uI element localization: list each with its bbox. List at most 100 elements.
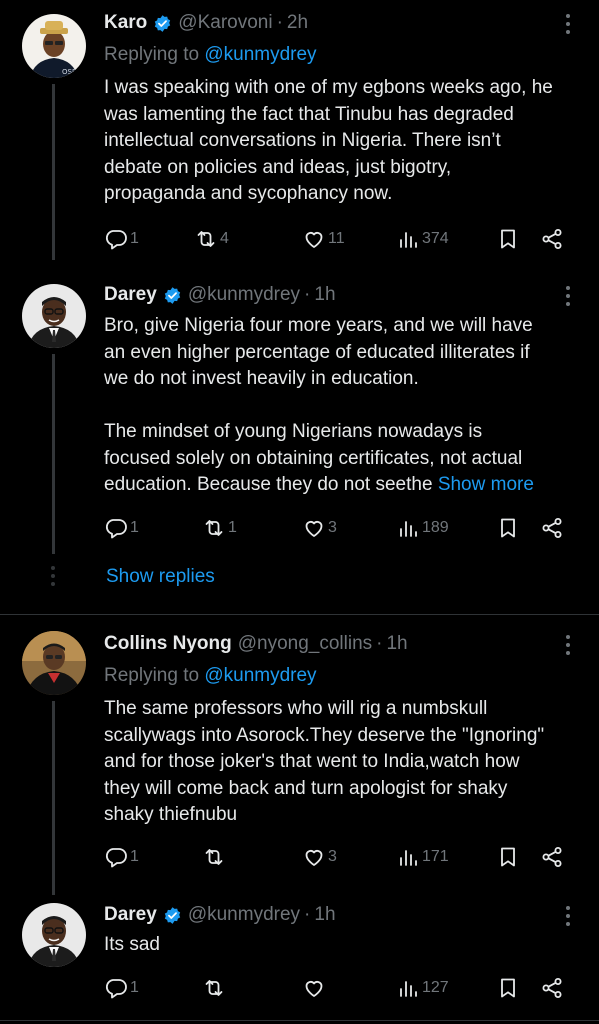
tweet-collins-nyong[interactable]: Collins Nyong @nyong_collins · 1h Replyi… <box>0 615 599 895</box>
verified-badge-icon <box>164 286 181 304</box>
display-name[interactable]: Darey <box>104 284 157 306</box>
tweet-header: Darey @kunmydrey · 1h <box>104 280 336 310</box>
timestamp[interactable]: 2h <box>287 12 308 34</box>
view-count: 171 <box>422 848 449 865</box>
more-options-icon[interactable] <box>565 635 571 657</box>
tweet-karo[interactable]: OSE Karo @Karovoni · 2h Replying to @kun… <box>0 0 599 260</box>
reply-icon <box>105 230 127 250</box>
views-button[interactable]: 171 <box>396 842 449 872</box>
bookmark-button[interactable] <box>496 973 520 1003</box>
show-replies-link[interactable]: Show replies <box>106 566 215 588</box>
share-icon <box>542 847 562 867</box>
repost-button[interactable]: 1 <box>202 513 237 543</box>
tweet-actions: 1 4 11 374 <box>104 224 574 254</box>
avatar-darey[interactable] <box>22 284 86 348</box>
more-options-icon[interactable] <box>565 906 571 928</box>
tweet-header: Collins Nyong @nyong_collins · 1h <box>104 629 408 659</box>
svg-text:OSE: OSE <box>62 68 76 76</box>
tweet-text-line: debate on policies and ideas, just bigot… <box>104 156 452 178</box>
reply-button[interactable]: 1 <box>104 224 139 254</box>
tweet-header: Karo @Karovoni · 2h <box>104 8 308 38</box>
like-button[interactable] <box>302 973 328 1003</box>
repost-icon <box>205 849 223 865</box>
reply-count: 1 <box>130 979 139 996</box>
repost-button[interactable] <box>202 973 228 1003</box>
replying-to-handle[interactable]: @kunmydrey <box>204 44 316 65</box>
bookmark-button[interactable] <box>496 513 520 543</box>
like-count: 3 <box>328 848 337 865</box>
timestamp[interactable]: 1h <box>386 633 407 655</box>
reply-button[interactable]: 1 <box>104 513 139 543</box>
separator-dot: · <box>376 633 383 654</box>
tweet-actions: 1 127 <box>104 973 574 1003</box>
tweet-text-line: scallywags into Asorock.They deserve the… <box>104 724 545 746</box>
bookmark-icon <box>501 978 515 998</box>
timestamp[interactable]: 1h <box>314 284 335 306</box>
share-button[interactable] <box>540 842 564 872</box>
share-button[interactable] <box>540 513 564 543</box>
repost-button[interactable]: 4 <box>194 224 229 254</box>
tweet-text-line: shaky thiefnubu <box>104 804 238 825</box>
tweet-text-line: an even higher percentage of educated il… <box>104 341 530 363</box>
separator-dot: · <box>304 284 311 305</box>
views-button[interactable]: 189 <box>396 513 449 543</box>
replying-to: Replying to @kunmydrey <box>104 44 317 66</box>
avatar-collins-nyong[interactable] <box>22 631 86 695</box>
replying-to-handle[interactable]: @kunmydrey <box>204 665 316 686</box>
reply-button[interactable]: 1 <box>104 973 139 1003</box>
tweet-text-line: education. Because they do not seethe <box>104 474 433 495</box>
share-button[interactable] <box>540 973 564 1003</box>
bookmark-button[interactable] <box>496 842 520 872</box>
like-count: 3 <box>328 519 337 536</box>
tweet-text: Its sad <box>104 932 584 959</box>
user-handle[interactable]: @kunmydrey <box>188 904 300 926</box>
separator-dot: · <box>276 12 283 33</box>
tweet-text-line: The mindset of young Nigerians nowadays … <box>104 421 483 442</box>
like-button[interactable]: 11 <box>302 224 345 254</box>
views-icon <box>400 850 417 866</box>
share-button[interactable] <box>540 224 564 254</box>
views-button[interactable]: 374 <box>396 224 449 254</box>
view-count: 189 <box>422 519 449 536</box>
views-button[interactable]: 127 <box>396 973 449 1003</box>
more-options-icon[interactable] <box>565 286 571 308</box>
more-options-icon[interactable] <box>565 14 571 36</box>
bookmark-icon <box>501 229 515 249</box>
like-button[interactable]: 3 <box>302 513 337 543</box>
tweet-text-line: and for those joker's that went to India… <box>104 751 520 772</box>
timestamp[interactable]: 1h <box>314 904 335 926</box>
share-icon <box>542 978 562 998</box>
bookmark-button[interactable] <box>496 224 520 254</box>
thread-line <box>52 354 55 554</box>
replying-to-label: Replying to <box>104 44 200 65</box>
show-more-link[interactable]: Show more <box>438 474 534 495</box>
tweet-text-line: propaganda and sycophancy now. <box>104 183 393 204</box>
heart-icon <box>305 850 323 866</box>
tweet-text: Bro, give Nigeria four more years, and w… <box>104 313 584 499</box>
tweet-text-line: was lamenting the fact that Tinubu has d… <box>104 103 514 125</box>
paragraph-break <box>104 393 584 420</box>
views-icon <box>400 232 417 248</box>
repost-button[interactable] <box>202 842 228 872</box>
tweet-actions: 1 3 171 <box>104 842 574 872</box>
user-handle[interactable]: @kunmydrey <box>188 284 300 306</box>
display-name[interactable]: Karo <box>104 12 147 34</box>
like-button[interactable]: 3 <box>302 842 337 872</box>
display-name[interactable]: Darey <box>104 904 157 926</box>
user-handle[interactable]: @Karovoni <box>178 12 272 34</box>
user-handle[interactable]: @nyong_collins <box>238 633 372 655</box>
tweet-darey[interactable]: Darey @kunmydrey · 1h Bro, give Nigeria … <box>0 260 599 615</box>
avatar-darey[interactable] <box>22 903 86 967</box>
tweet-text-line: Bro, give Nigeria four more years, and w… <box>104 315 533 336</box>
verified-badge-icon <box>164 906 181 924</box>
avatar-karo[interactable]: OSE <box>22 14 86 78</box>
display-name[interactable]: Collins Nyong <box>104 633 232 655</box>
bookmark-icon <box>501 847 515 867</box>
thread-ellipsis <box>51 566 55 590</box>
separator-dot: · <box>304 904 311 925</box>
reply-button[interactable]: 1 <box>104 842 139 872</box>
thread-line <box>52 701 55 895</box>
tweet-text-line: intellectual conversations in Nigeria. T… <box>104 130 501 151</box>
tweet-darey-reply[interactable]: Darey @kunmydrey · 1h Its sad 1 127 <box>0 895 599 1024</box>
repost-icon <box>205 520 223 536</box>
